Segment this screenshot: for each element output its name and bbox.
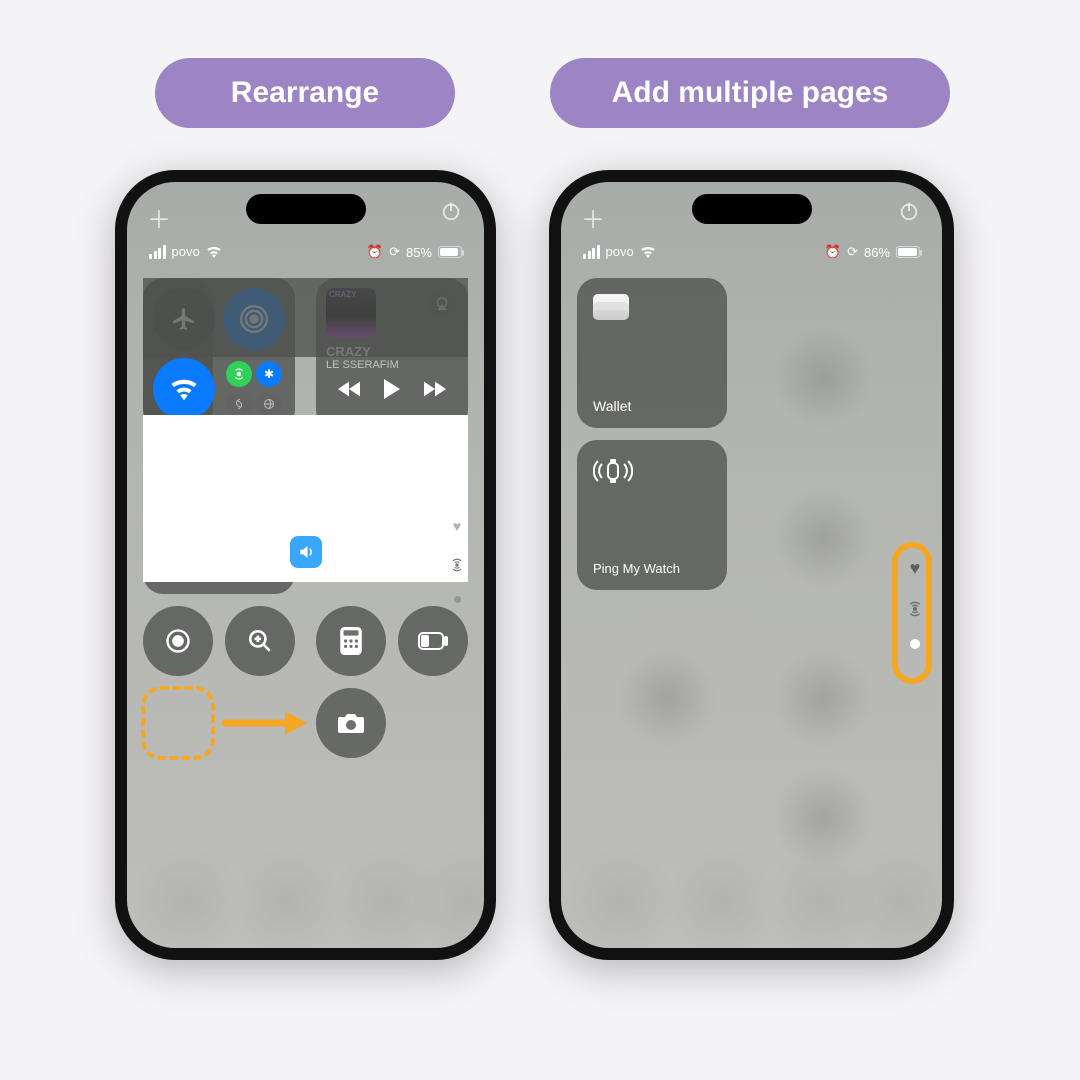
status-bar: povo ⏰ ⟳ 86% <box>561 244 942 266</box>
connectivity-page-icon <box>450 558 464 572</box>
bluetooth-toggle[interactable]: ✱ <box>256 361 282 387</box>
page-dot <box>454 596 461 603</box>
wifi-icon <box>206 246 222 258</box>
more-connectivity[interactable]: ✱ <box>223 358 285 420</box>
blurred-tile <box>607 638 727 758</box>
low-power-button[interactable] <box>398 606 468 676</box>
blurred-tile <box>763 318 883 438</box>
calculator-button[interactable] <box>316 606 386 676</box>
prev-track-button[interactable] <box>338 381 360 397</box>
power-button[interactable] <box>898 200 920 222</box>
ping-watch-label: Ping My Watch <box>593 561 680 576</box>
blurred-tile <box>763 638 883 758</box>
blurred-tile <box>763 478 883 598</box>
camera-button[interactable] <box>316 688 386 758</box>
page-indicator[interactable]: ♥ <box>450 518 464 603</box>
magnifier-button[interactable] <box>225 606 295 676</box>
blurred-tile <box>763 758 883 878</box>
rotation-indicator-icon: ⟳ <box>389 244 400 260</box>
play-button[interactable] <box>383 379 401 399</box>
power-button[interactable] <box>440 200 462 222</box>
battery-percent: 86% <box>864 245 890 260</box>
wifi-toggle[interactable] <box>153 358 215 420</box>
next-track-button[interactable] <box>424 381 446 397</box>
rotation-indicator-icon: ⟳ <box>847 244 858 260</box>
phone-right: ＋ povo ⏰ ⟳ 86% Wallet <box>549 170 954 960</box>
dynamic-island <box>692 194 812 224</box>
battery-percent: 85% <box>406 245 432 260</box>
alarm-icon: ⏰ <box>825 244 841 260</box>
add-pages-label-pill: Add multiple pages <box>550 58 950 128</box>
ping-watch-icon <box>593 456 711 486</box>
drag-source-placeholder <box>141 686 215 760</box>
page-indicator-highlight <box>892 542 932 684</box>
add-control-button[interactable]: ＋ <box>147 200 171 235</box>
dynamic-island <box>246 194 366 224</box>
heart-page-icon: ♥ <box>453 518 461 534</box>
status-bar: povo ⏰ ⟳ 85% <box>127 244 484 266</box>
screen-record-button[interactable] <box>143 606 213 676</box>
battery-icon <box>896 246 920 258</box>
carrier-label: povo <box>172 244 200 259</box>
wallet-tile[interactable]: Wallet <box>577 278 727 428</box>
hotspot-toggle[interactable] <box>226 391 252 417</box>
cellular-data-toggle[interactable] <box>226 361 252 387</box>
wifi-icon <box>640 246 656 258</box>
wallet-label: Wallet <box>593 398 631 414</box>
phone-left: ＋ povo ⏰ ⟳ 85% <box>115 170 496 960</box>
wallet-icon <box>593 294 629 320</box>
ping-watch-tile[interactable]: Ping My Watch <box>577 440 727 590</box>
alarm-icon: ⏰ <box>367 244 383 260</box>
rearrange-label-pill: Rearrange <box>155 58 455 128</box>
battery-icon <box>438 246 462 258</box>
cellular-bars-icon <box>149 245 166 259</box>
vpn-toggle[interactable] <box>256 391 282 417</box>
carrier-label: povo <box>606 244 634 259</box>
add-control-button[interactable]: ＋ <box>581 200 605 235</box>
cellular-bars-icon <box>583 245 600 259</box>
drag-arrow-icon <box>221 708 309 738</box>
artist-name: LE SSERAFIM <box>326 359 458 371</box>
